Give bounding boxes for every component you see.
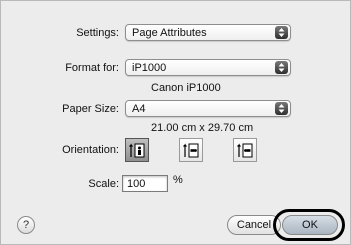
settings-popup[interactable]: Page Attributes bbox=[125, 24, 291, 41]
orientation-landscape-button[interactable] bbox=[179, 138, 203, 162]
printer-name: Canon iP1000 bbox=[151, 82, 221, 94]
help-button[interactable]: ? bbox=[17, 216, 35, 234]
orientation-landscape-reversed-button[interactable] bbox=[233, 138, 257, 162]
portrait-orientation-icon bbox=[129, 143, 145, 158]
paper-dimensions: 21.00 cm x 29.70 cm bbox=[151, 122, 254, 134]
settings-value: Page Attributes bbox=[132, 27, 207, 39]
landscape-reversed-orientation-icon bbox=[237, 143, 253, 158]
settings-label: Settings: bbox=[76, 27, 119, 39]
orientation-portrait-button[interactable] bbox=[125, 138, 149, 162]
landscape-orientation-icon bbox=[183, 143, 199, 158]
scale-unit: % bbox=[173, 174, 183, 186]
format-for-value: iP1000 bbox=[132, 62, 167, 74]
orientation-label: Orientation: bbox=[62, 144, 119, 156]
popup-arrows-icon bbox=[275, 26, 288, 39]
format-for-popup[interactable]: iP1000 bbox=[125, 59, 291, 76]
paper-size-label: Paper Size: bbox=[62, 103, 119, 115]
format-for-label: Format for: bbox=[65, 62, 119, 74]
page-setup-dialog: Settings: Page Attributes Format for: iP… bbox=[0, 0, 351, 245]
paper-size-value: A4 bbox=[132, 103, 146, 115]
paper-size-popup[interactable]: A4 bbox=[125, 100, 291, 117]
ok-button-highlight-ring bbox=[273, 209, 345, 241]
scale-input[interactable] bbox=[122, 175, 168, 192]
popup-arrows-icon bbox=[275, 102, 288, 115]
scale-label: Scale: bbox=[88, 178, 119, 190]
popup-arrows-icon bbox=[275, 61, 288, 74]
